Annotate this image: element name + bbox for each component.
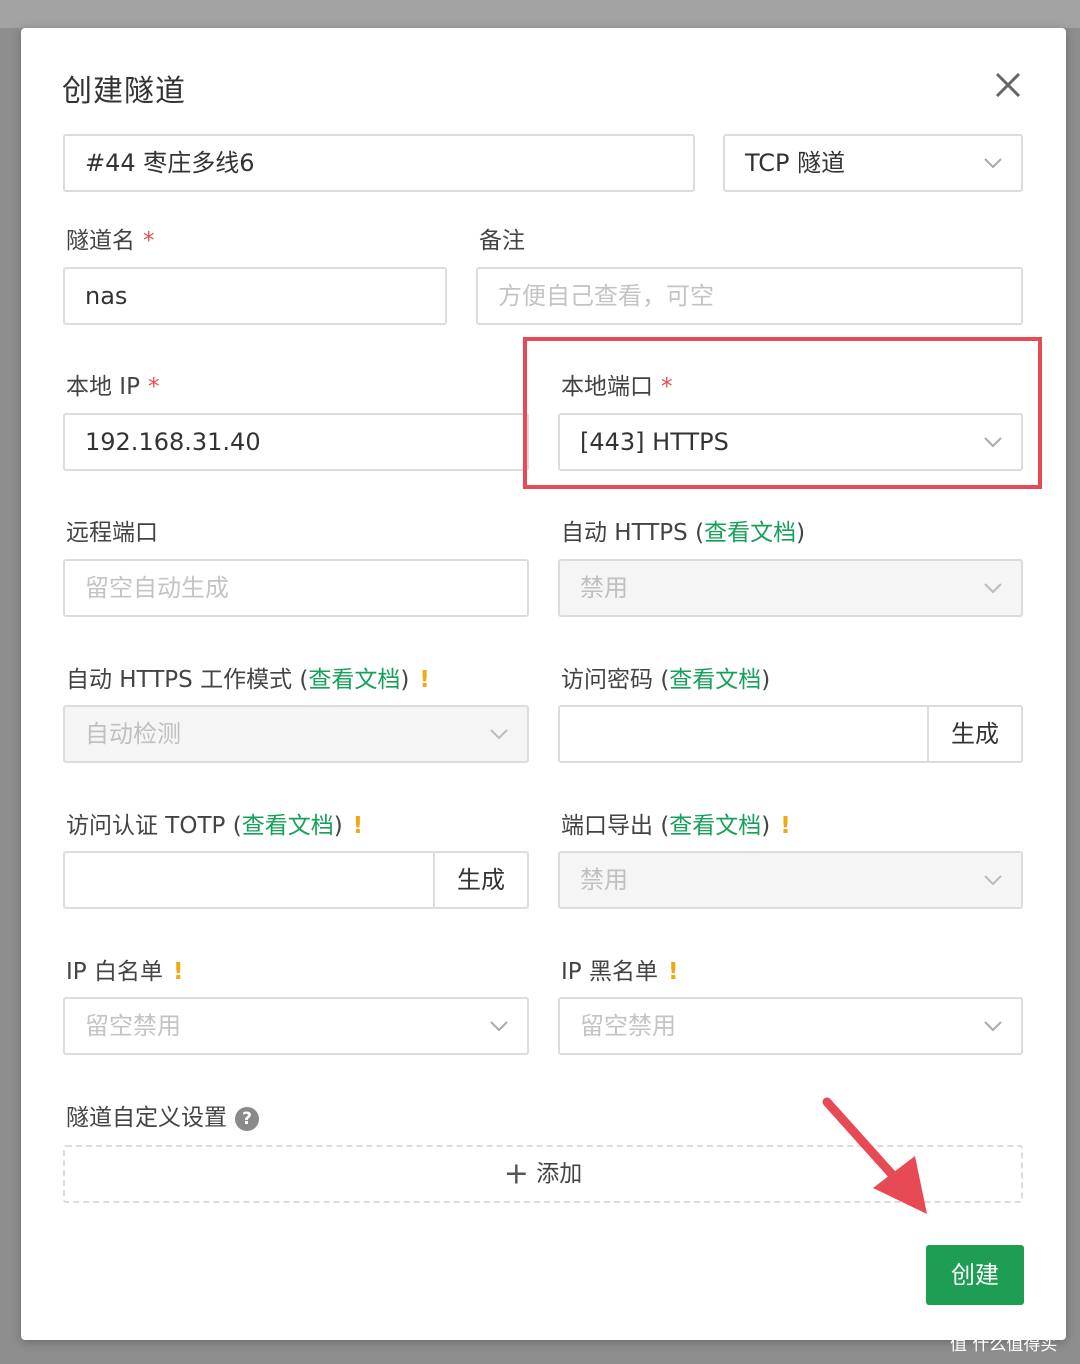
ip-blacklist-select[interactable]: 留空禁用 (558, 997, 1023, 1055)
warning-icon: ! (172, 959, 184, 985)
close-icon[interactable] (991, 68, 1025, 102)
warning-icon: ! (667, 959, 679, 985)
required-mark: * (143, 228, 155, 254)
watermark: 值 什么值得买 (950, 1335, 1058, 1355)
https-mode-value: 自动检测 (85, 720, 181, 748)
remark-placeholder: 方便自己查看，可空 (498, 282, 714, 310)
tunnel-name-label: 隧道名 * (66, 228, 155, 254)
totp-label: 访问认证 TOTP (查看文档)! (66, 813, 364, 839)
local-ip-label: 本地 IP * (66, 374, 160, 400)
ip-whitelist-placeholder: 留空禁用 (85, 1012, 181, 1040)
required-mark: * (147, 374, 160, 400)
access-password-label: 访问密码 (查看文档) (561, 667, 771, 693)
annotation-arrow-icon (822, 1097, 927, 1214)
remark-input[interactable]: 方便自己查看，可空 (476, 267, 1023, 325)
doc-link[interactable]: 查看文档 (669, 667, 761, 693)
chevron-down-icon (984, 875, 1002, 886)
port-export-select: 禁用 (558, 851, 1023, 909)
background-top (0, 0, 1080, 28)
doc-link[interactable]: 查看文档 (669, 813, 761, 839)
node-select[interactable]: #44 枣庄多线6 (63, 134, 695, 192)
doc-link[interactable]: 查看文档 (308, 667, 400, 693)
tunnel-name-input[interactable]: nas (63, 267, 447, 325)
ip-whitelist-label: IP 白名单! (66, 959, 184, 985)
ip-blacklist-label: IP 黑名单! (561, 959, 679, 985)
auto-https-value: 禁用 (580, 574, 628, 602)
remark-label: 备注 (479, 228, 525, 254)
help-icon[interactable]: ? (235, 1106, 259, 1131)
annotation-highlight-box (523, 337, 1042, 489)
warning-icon: ! (352, 813, 364, 839)
ip-blacklist-placeholder: 留空禁用 (580, 1012, 676, 1040)
doc-link[interactable]: 查看文档 (704, 520, 796, 546)
chevron-down-icon (984, 1021, 1002, 1032)
port-export-value: 禁用 (580, 866, 628, 894)
chevron-down-icon (490, 1021, 508, 1032)
chevron-down-icon (490, 729, 508, 740)
auto-https-label: 自动 HTTPS (查看文档) (561, 520, 806, 546)
https-mode-label: 自动 HTTPS 工作模式 (查看文档)! (66, 667, 430, 693)
warning-icon: ! (419, 667, 430, 693)
doc-link[interactable]: 查看文档 (242, 813, 334, 839)
local-ip-input[interactable]: 192.168.31.40 (63, 413, 529, 471)
plus-icon: + (503, 1156, 529, 1192)
remote-port-placeholder: 留空自动生成 (85, 574, 229, 602)
tunnel-type-value: TCP 隧道 (745, 149, 846, 177)
port-export-label: 端口导出 (查看文档)! (561, 813, 791, 839)
create-button[interactable]: 创建 (926, 1245, 1024, 1305)
tunnel-type-select[interactable]: TCP 隧道 (723, 134, 1023, 192)
auto-https-select: 禁用 (558, 559, 1023, 617)
remote-port-label: 远程端口 (66, 520, 158, 546)
chevron-down-icon (984, 158, 1002, 169)
generate-password-button[interactable]: 生成 (927, 707, 1021, 761)
chevron-down-icon (984, 583, 1002, 594)
add-label: 添加 (536, 1161, 583, 1187)
custom-settings-label: 隧道自定义设置? (66, 1098, 259, 1132)
access-password-input[interactable]: 生成 (558, 705, 1023, 763)
dialog-title: 创建隧道 (62, 74, 186, 109)
local-ip-value: 192.168.31.40 (85, 428, 261, 456)
tunnel-name-value: nas (85, 282, 128, 310)
generate-totp-button[interactable]: 生成 (433, 853, 527, 907)
remote-port-input[interactable]: 留空自动生成 (63, 559, 529, 617)
https-mode-select: 自动检测 (63, 705, 529, 763)
node-select-value: #44 枣庄多线6 (85, 149, 255, 177)
warning-icon: ! (780, 813, 791, 839)
ip-whitelist-select[interactable]: 留空禁用 (63, 997, 529, 1055)
totp-input[interactable]: 生成 (63, 851, 529, 909)
